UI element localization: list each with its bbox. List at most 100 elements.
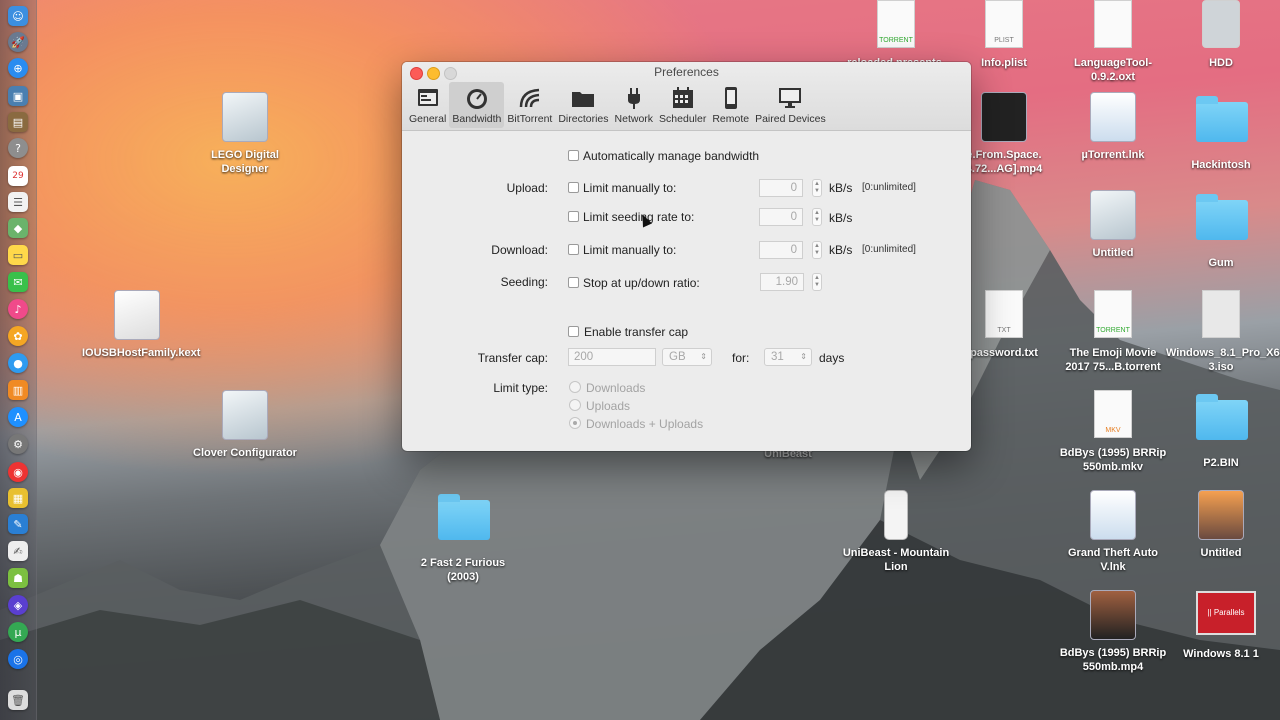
seeding-rate-field[interactable]: 0 bbox=[759, 208, 803, 226]
disk-image-icon bbox=[1202, 290, 1240, 338]
tab-label: General bbox=[409, 113, 447, 125]
calendar-icon bbox=[672, 87, 693, 108]
download-limit-checkbox[interactable] bbox=[568, 244, 579, 255]
help-icon[interactable]: ? bbox=[8, 138, 28, 158]
desktop-icon-bdbys-mp4[interactable]: BdBys (1995) BRRip 550mb.mp4 bbox=[1058, 590, 1168, 674]
notes-book-icon[interactable]: ▤ bbox=[8, 112, 28, 132]
window-titlebar: Preferences General Bandwidth BitTorrent… bbox=[402, 62, 971, 131]
desktop-icon-languagetool[interactable]: LanguageTool-0.9.2.oxt bbox=[1058, 0, 1168, 84]
trash-icon[interactable]: 🗑 bbox=[8, 690, 28, 710]
archive-utility-icon[interactable]: ▦ bbox=[8, 488, 28, 508]
transfer-cap-field[interactable]: 200 bbox=[568, 348, 656, 366]
desktop-icon-label: IOUSBHostFamily.kext bbox=[82, 347, 201, 359]
desktop-icon-gta-lnk[interactable]: Grand Theft Auto V.lnk bbox=[1058, 490, 1168, 574]
upload-limit-stepper[interactable]: ▲ ▼ bbox=[812, 179, 822, 197]
utorrent-icon[interactable]: µ bbox=[8, 622, 28, 642]
messages-icon[interactable]: ✉ bbox=[8, 272, 28, 292]
photos-icon[interactable]: ✿ bbox=[8, 326, 28, 346]
launchpad-icon[interactable]: 🚀 bbox=[8, 32, 28, 52]
auto-manage-bandwidth-checkbox[interactable] bbox=[568, 150, 579, 161]
seeding-label: Seeding: bbox=[500, 275, 548, 289]
monitor-icon bbox=[779, 88, 802, 108]
desktop-icon-hackintosh[interactable]: Hackintosh bbox=[1166, 92, 1276, 172]
tab-remote[interactable]: Remote bbox=[709, 82, 752, 128]
stop-ratio-checkbox[interactable] bbox=[568, 277, 579, 288]
desktop-icon-hdd[interactable]: HDD bbox=[1166, 0, 1276, 70]
download-limit-stepper[interactable]: ▲ ▼ bbox=[812, 241, 822, 259]
system-preferences-icon[interactable]: ⚙ bbox=[8, 434, 28, 454]
maps-icon[interactable]: ◆ bbox=[8, 218, 28, 238]
torrent-file-icon: TORRENT bbox=[877, 0, 915, 48]
limit-type-downloads-label: Downloads bbox=[586, 381, 646, 395]
preferences-toolbar: General Bandwidth BitTorrent Directories… bbox=[406, 82, 829, 128]
app-icon bbox=[222, 390, 268, 440]
desktop-icon-p2-bin[interactable]: P2.BIN bbox=[1166, 390, 1276, 470]
desktop-icon-gum[interactable]: Gum bbox=[1166, 190, 1276, 270]
chrome-icon[interactable]: ◉ bbox=[8, 462, 28, 482]
preview-icon[interactable]: ▣ bbox=[8, 86, 28, 106]
desktop-icon-lego-digital-designer[interactable]: LEGO Digital Designer bbox=[190, 92, 300, 176]
tab-general[interactable]: General bbox=[406, 82, 449, 128]
desktop-icon-bdbys-mkv[interactable]: MKV BdBys (1995) BRRip 550mb.mkv bbox=[1058, 390, 1168, 474]
app-store-icon[interactable]: A bbox=[8, 407, 28, 427]
limit-type-uploads-radio[interactable] bbox=[569, 399, 581, 411]
itunes-icon[interactable]: ♪ bbox=[8, 299, 28, 319]
upload-limit-field[interactable]: 0 bbox=[759, 179, 803, 197]
desktop-icon-2-fast-2-furious[interactable]: 2 Fast 2 Furious (2003) bbox=[408, 490, 518, 584]
virtualbox-icon[interactable]: ◈ bbox=[8, 595, 28, 615]
general-icon bbox=[417, 89, 438, 106]
stop-ratio-label: Stop at up/down ratio: bbox=[583, 276, 700, 290]
bandwidth-pane: Automatically manage bandwidth Upload: L… bbox=[402, 131, 971, 451]
limit-type-both-radio[interactable] bbox=[569, 417, 581, 429]
seeding-rate-checkbox[interactable] bbox=[568, 211, 579, 222]
download-limit-field[interactable]: 0 bbox=[759, 241, 803, 259]
plist-file-icon: PLIST bbox=[985, 0, 1023, 48]
desktop-icon-iousbhostfamily[interactable]: IOUSBHostFamily.kext bbox=[82, 290, 201, 360]
desktop-icon-untitled-image[interactable]: Untitled bbox=[1166, 490, 1276, 560]
android-studio-icon[interactable]: ☗ bbox=[8, 568, 28, 588]
desktop-icon-info-plist[interactable]: PLIST Info.plist bbox=[949, 0, 1059, 70]
desktop-icon-windows-iso[interactable]: Windows_8.1_Pro_X64_Act...ted 3.iso bbox=[1166, 290, 1280, 374]
tab-paired-devices[interactable]: Paired Devices bbox=[752, 82, 829, 128]
desktop-icon-label: Grand Theft Auto V.lnk bbox=[1067, 547, 1159, 573]
transfer-cap-days-select[interactable]: 31 ⇕ bbox=[764, 348, 812, 366]
tab-label: BitTorrent bbox=[507, 113, 553, 125]
tab-bandwidth[interactable]: Bandwidth bbox=[449, 82, 505, 128]
tab-bittorrent[interactable]: BitTorrent bbox=[504, 82, 555, 128]
stickies-icon[interactable]: ▭ bbox=[8, 245, 28, 265]
desktop-icon-utorrent-lnk[interactable]: µTorrent.lnk bbox=[1058, 92, 1168, 162]
seeding-rate-stepper[interactable]: ▲ ▼ bbox=[812, 208, 822, 226]
tab-label: Network bbox=[614, 113, 654, 125]
facetime-icon[interactable]: ● bbox=[8, 353, 28, 373]
transfer-cap-unit-select[interactable]: GB ⇕ bbox=[662, 348, 712, 366]
kext-icon bbox=[114, 290, 160, 340]
textedit-icon[interactable]: ✍ bbox=[8, 541, 28, 561]
tab-scheduler[interactable]: Scheduler bbox=[656, 82, 709, 128]
video-file-icon bbox=[981, 92, 1027, 142]
updown-chevron-icon: ⇕ bbox=[800, 352, 807, 361]
window-title: Preferences bbox=[654, 65, 719, 79]
ibooks-icon[interactable]: ▥ bbox=[8, 380, 28, 400]
desktop-icon-clover-configurator[interactable]: Clover Configurator bbox=[190, 390, 300, 460]
tab-network[interactable]: Network bbox=[612, 82, 657, 128]
days-label: days bbox=[819, 351, 845, 365]
desktop-icon-untitled-app[interactable]: Untitled bbox=[1058, 190, 1168, 260]
upload-limit-checkbox[interactable] bbox=[568, 182, 579, 193]
stop-ratio-field[interactable]: 1.90 bbox=[760, 273, 804, 291]
desktop-icon-windows-8-1[interactable]: || Parallels Windows 8.1 1 bbox=[1166, 585, 1276, 661]
desktop-icon-unibeast-mountain-lion[interactable]: UniBeast - Mountain Lion bbox=[841, 490, 951, 574]
desktop-icon-emoji-movie-torrent[interactable]: TORRENT The Emoji Movie 2017 75...B.torr… bbox=[1058, 290, 1168, 374]
desktop-icon-label: HDD bbox=[1209, 57, 1233, 69]
safari-icon[interactable]: ⊕ bbox=[8, 58, 28, 78]
xcode-icon[interactable]: ✎ bbox=[8, 514, 28, 534]
finder-icon[interactable]: ☺ bbox=[8, 6, 28, 26]
enable-transfer-cap-checkbox[interactable] bbox=[568, 326, 579, 337]
browser-icon[interactable]: ◎ bbox=[8, 649, 28, 669]
calendar-icon[interactable]: 29 bbox=[8, 166, 28, 186]
limit-type-downloads-radio[interactable] bbox=[569, 381, 581, 393]
desktop-icon-reloaded-presents[interactable]: TORRENT reloaded.presents. bbox=[841, 0, 951, 70]
reminders-icon[interactable]: ☰ bbox=[8, 192, 28, 212]
desktop-icon-label: UniBeast - Mountain Lion bbox=[842, 547, 950, 573]
stop-ratio-stepper[interactable]: ▲ ▼ bbox=[812, 273, 822, 291]
tab-directories[interactable]: Directories bbox=[555, 82, 611, 128]
